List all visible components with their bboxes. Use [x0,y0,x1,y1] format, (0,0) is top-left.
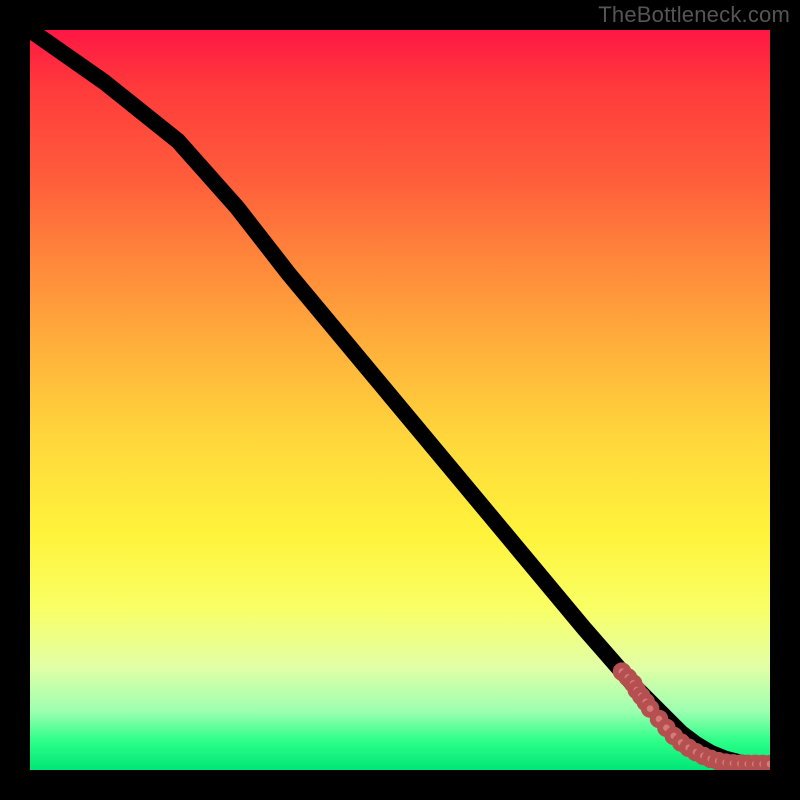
chart-overlay-svg [30,30,770,770]
watermark-text: TheBottleneck.com [598,2,790,28]
data-point [764,758,770,770]
chart-frame: TheBottleneck.com [0,0,800,800]
scatter-points [616,665,770,770]
main-curve [30,30,770,765]
plot-area [30,30,770,770]
